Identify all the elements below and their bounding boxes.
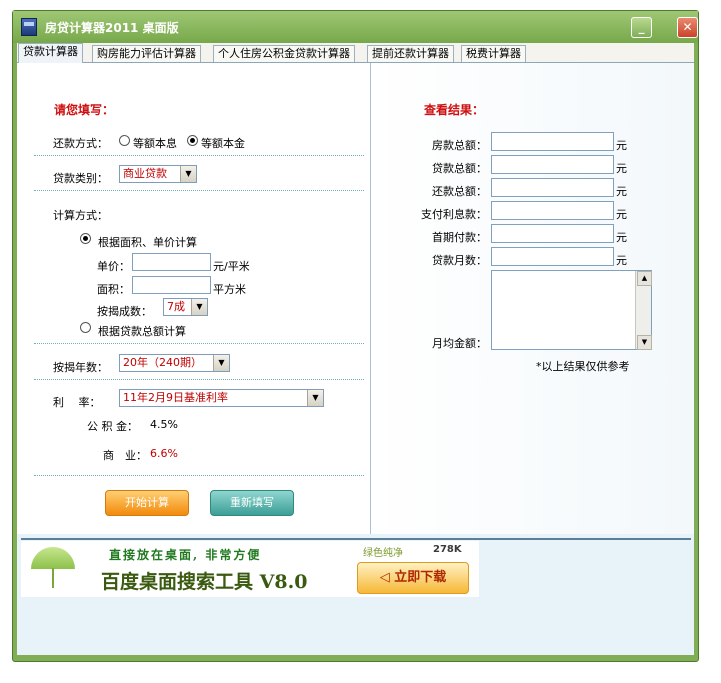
unit-price-unit: 元/平米 xyxy=(213,260,250,273)
chevron-down-icon[interactable]: ▼ xyxy=(191,299,207,315)
years-label: 按揭年数： xyxy=(53,361,108,374)
start-calculate-button[interactable]: 开始计算 xyxy=(105,490,189,516)
tab-tax[interactable]: 税费计算器 xyxy=(461,45,526,62)
tab-affordability[interactable]: 购房能力评估计算器 xyxy=(92,45,201,62)
banner-tag: 绿色纯净 xyxy=(363,548,403,559)
result-label-down-payment: 首期付款： xyxy=(432,231,487,244)
mortgage-ratio-label: 按揭成数： xyxy=(97,305,152,318)
method-opt1-label: 根据面积、单价计算 xyxy=(98,236,197,249)
loan-total-output[interactable] xyxy=(491,155,614,174)
chevron-down-icon[interactable]: ▼ xyxy=(180,166,196,182)
rate-label: 利 率： xyxy=(53,396,101,409)
reset-button[interactable]: 重新填写 xyxy=(210,490,294,516)
ad-banner[interactable]: 直接放在桌面, 非常方便 百度桌面搜索工具 V8.0 绿色纯净 278K ◁ 立… xyxy=(21,541,479,597)
unit-yuan: 元 xyxy=(616,139,627,152)
scrollbar[interactable]: ▲ ▼ xyxy=(635,271,652,350)
interest-output[interactable] xyxy=(491,201,614,220)
title-bar[interactable]: 房贷计算器2011 桌面版 _ ✕ xyxy=(13,11,698,43)
repayment-equal-installment-radio[interactable] xyxy=(119,135,130,146)
repayment-equal-principal-radio[interactable] xyxy=(187,135,198,146)
unit-yuan: 元 xyxy=(616,254,627,267)
umbrella-handle xyxy=(52,568,54,588)
result-label-loan-months: 贷款月数： xyxy=(432,254,487,267)
years-value: 20年（240期） xyxy=(123,356,202,369)
divider xyxy=(34,190,364,191)
minimize-button[interactable]: _ xyxy=(631,17,652,38)
triangle-left-icon: ◁ xyxy=(379,570,395,585)
result-label-loan-total: 贷款总额： xyxy=(432,162,487,175)
repayment-label: 还款方式： xyxy=(53,137,108,150)
banner-product: 百度桌面搜索工具 V8.0 xyxy=(101,571,308,593)
results-panel: 查看结果： 房款总额： 元 贷款总额： 元 还款总额： 元 支付利息款： 元 首… xyxy=(371,63,694,534)
rate-value: 11年2月9日基准利率 xyxy=(123,391,228,404)
unit-yuan: 元 xyxy=(616,208,627,221)
close-button[interactable]: ✕ xyxy=(677,17,698,38)
unit-yuan: 元 xyxy=(616,231,627,244)
calculator-app-icon xyxy=(21,18,37,36)
monthly-amount-output[interactable]: ▲ ▼ xyxy=(491,270,652,350)
loan-months-output[interactable] xyxy=(491,247,614,266)
divider xyxy=(34,155,364,156)
results-heading: 查看结果： xyxy=(424,103,485,117)
rate-select[interactable]: 11年2月9日基准利率 ▼ xyxy=(119,389,324,407)
loan-type-select[interactable]: 商业贷款 ▼ xyxy=(119,165,197,183)
repayment-opt2-label: 等额本金 xyxy=(201,137,245,150)
calc-method-label: 计算方式： xyxy=(53,209,108,222)
result-label-interest: 支付利息款： xyxy=(421,208,487,221)
mortgage-ratio-value: 7成 xyxy=(167,300,185,313)
umbrella-icon xyxy=(31,547,75,569)
result-label-repay-total: 还款总额： xyxy=(432,185,487,198)
scroll-down-icon[interactable]: ▼ xyxy=(637,335,652,350)
mortgage-ratio-select[interactable]: 7成 ▼ xyxy=(163,298,208,316)
unit-yuan: 元 xyxy=(616,162,627,175)
chevron-down-icon[interactable]: ▼ xyxy=(213,355,229,371)
download-button[interactable]: ◁ 立即下载 xyxy=(357,562,469,594)
unit-price-label: 单价： xyxy=(97,260,130,273)
tab-housing-fund[interactable]: 个人住房公积金贷款计算器 xyxy=(213,45,355,62)
tab-loan-calculator[interactable]: 贷款计算器 xyxy=(18,43,83,63)
app-window: 房贷计算器2011 桌面版 _ ✕ 贷款计算器 购房能力评估计算器 个人住房公积… xyxy=(12,10,699,662)
banner-divider xyxy=(21,538,691,540)
method-opt2-label: 根据贷款总额计算 xyxy=(98,325,186,338)
area-input[interactable] xyxy=(132,276,211,294)
tab-prepayment[interactable]: 提前还款计算器 xyxy=(367,45,454,62)
banner-size: 278K xyxy=(433,544,462,555)
divider xyxy=(34,475,364,476)
loan-calculator-pane: 请您填写： 还款方式： 等额本息 等额本金 贷款类别： 商业贷款 ▼ 计算方式：… xyxy=(17,63,694,655)
commercial-rate-label: 商 业： xyxy=(103,449,147,462)
loan-type-label: 贷款类别： xyxy=(53,172,108,185)
down-payment-output[interactable] xyxy=(491,224,614,243)
commercial-rate-value: 6.6% xyxy=(150,447,178,460)
house-total-output[interactable] xyxy=(491,132,614,151)
repayment-opt1-label: 等额本息 xyxy=(133,137,177,150)
loan-type-value: 商业贷款 xyxy=(123,167,167,180)
result-label-house-total: 房款总额： xyxy=(432,139,487,152)
input-panel: 请您填写： 还款方式： 等额本息 等额本金 贷款类别： 商业贷款 ▼ 计算方式：… xyxy=(17,63,371,534)
form-heading: 请您填写： xyxy=(54,103,115,117)
monthly-amount-label: 月均金额： xyxy=(432,337,487,350)
download-label: 立即下载 xyxy=(394,570,447,585)
area-unit: 平方米 xyxy=(213,283,246,296)
client-area: 贷款计算器 购房能力评估计算器 个人住房公积金贷款计算器 提前还款计算器 税费计… xyxy=(17,43,694,655)
fund-rate-label: 公 积 金： xyxy=(87,420,138,433)
chevron-down-icon[interactable]: ▼ xyxy=(307,390,323,406)
banner-slogan: 直接放在桌面, 非常方便 xyxy=(109,548,262,562)
repay-total-output[interactable] xyxy=(491,178,614,197)
method-area-price-radio[interactable] xyxy=(80,233,91,244)
results-note: *以上结果仅供参考 xyxy=(536,360,630,373)
fund-rate-value: 4.5% xyxy=(150,418,178,431)
unit-price-input[interactable] xyxy=(132,253,211,271)
unit-yuan: 元 xyxy=(616,185,627,198)
divider xyxy=(34,379,364,380)
scroll-up-icon[interactable]: ▲ xyxy=(637,271,652,286)
tab-bar: 贷款计算器 购房能力评估计算器 个人住房公积金贷款计算器 提前还款计算器 税费计… xyxy=(17,43,694,63)
method-total-loan-radio[interactable] xyxy=(80,322,91,333)
years-select[interactable]: 20年（240期） ▼ xyxy=(119,354,230,372)
window-title: 房贷计算器2011 桌面版 xyxy=(45,21,179,35)
area-label: 面积： xyxy=(97,283,130,296)
divider xyxy=(34,343,364,344)
